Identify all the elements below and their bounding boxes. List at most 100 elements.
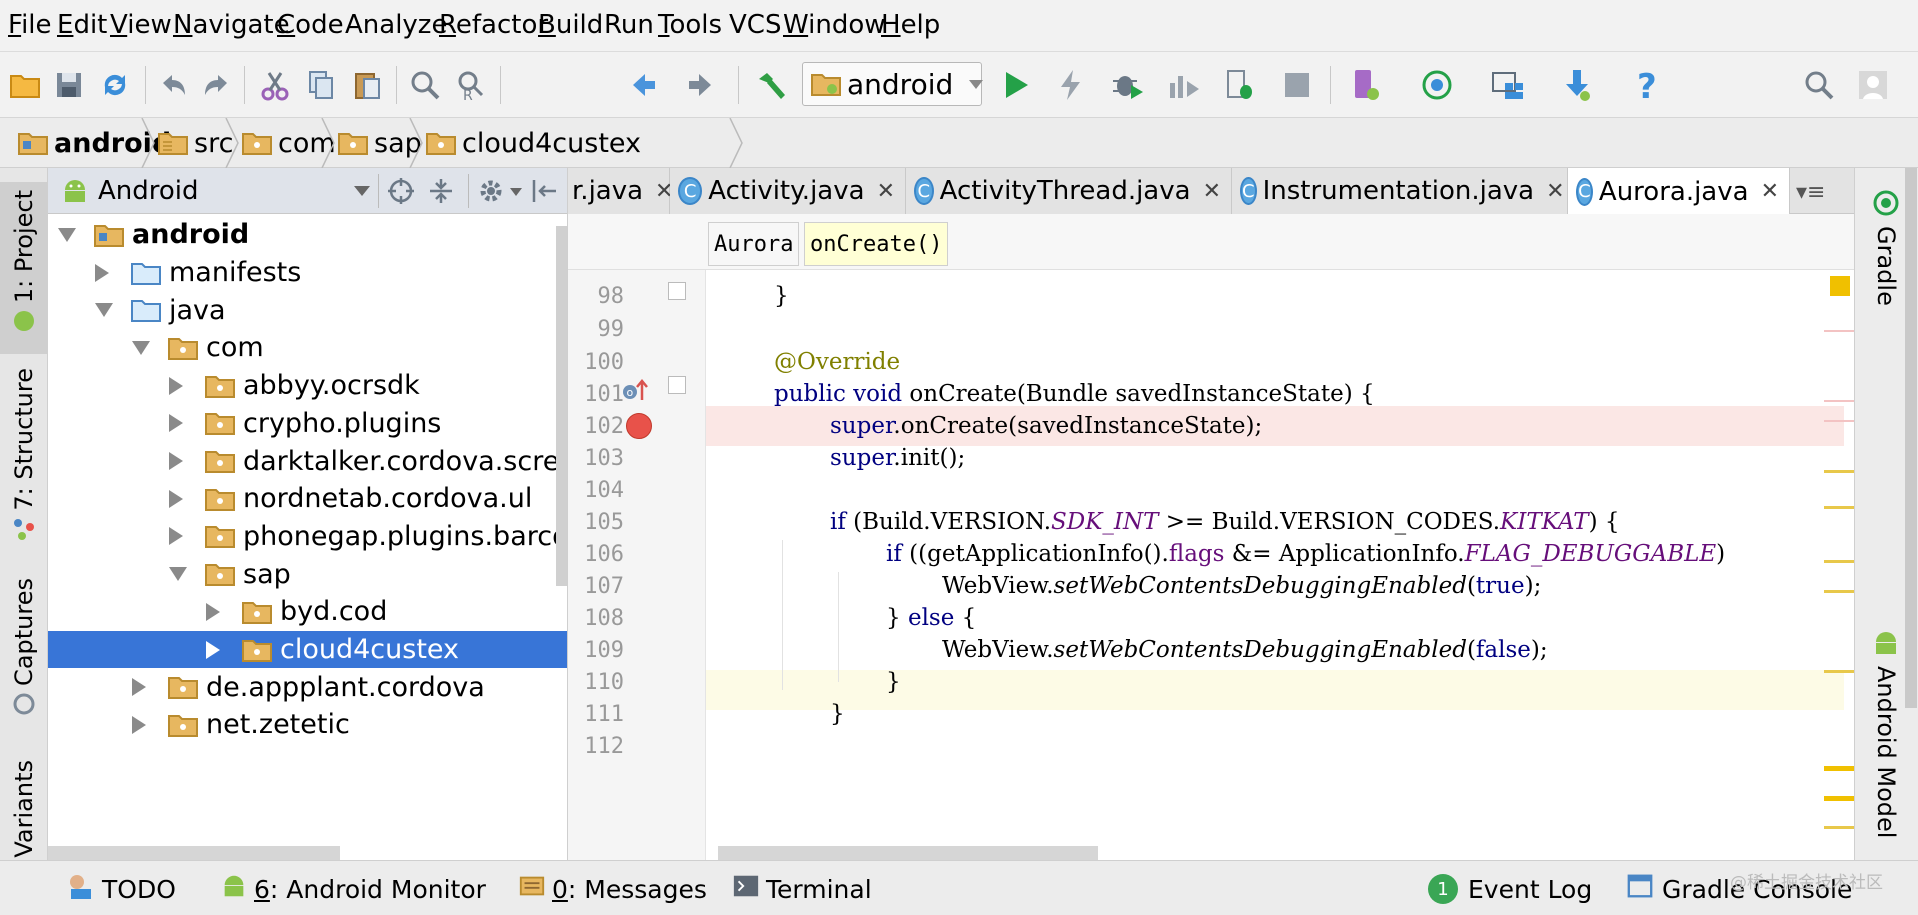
collapse-all-icon[interactable] xyxy=(426,176,456,210)
tree-item[interactable]: net.zetetic xyxy=(48,706,567,744)
menu-item[interactable]: Analyze xyxy=(345,9,447,41)
copy-icon[interactable] xyxy=(300,64,342,106)
redo-icon[interactable] xyxy=(196,64,238,106)
terminal-tool-tab[interactable]: Terminal xyxy=(732,871,872,907)
menu-item[interactable]: Run xyxy=(604,9,654,41)
editor-tab-activitythread[interactable]: C ActivityThread.java ✕ xyxy=(906,168,1232,214)
warning-marker-icon[interactable] xyxy=(1830,276,1850,296)
build-hammer-icon[interactable] xyxy=(750,64,792,106)
structure-tool-tab[interactable]: 7: Structure xyxy=(0,368,48,540)
tree-item-selected[interactable]: cloud4custex xyxy=(48,630,567,669)
tree-item[interactable]: de.appplant.cordova xyxy=(48,668,567,706)
cut-icon[interactable] xyxy=(254,64,296,106)
collapsed-arrow-icon[interactable] xyxy=(95,263,109,282)
tree-item[interactable]: sap xyxy=(48,555,567,593)
captures-tool-tab[interactable]: Captures xyxy=(0,578,48,718)
menu-item[interactable]: Edit xyxy=(57,9,107,41)
open-folder-icon[interactable] xyxy=(4,64,46,106)
scroll-from-source-icon[interactable] xyxy=(386,176,416,210)
horizontal-scrollbar[interactable] xyxy=(48,846,340,860)
build-variants-tool-tab[interactable]: d Variants xyxy=(0,760,48,860)
sync-icon[interactable] xyxy=(94,64,136,106)
fold-marker-icon[interactable] xyxy=(668,282,686,300)
tree-item[interactable]: phonegap.plugins.barcodescanner xyxy=(48,518,567,556)
close-icon[interactable]: ✕ xyxy=(1546,179,1564,204)
menu-item[interactable]: Navigate xyxy=(173,9,290,41)
vertical-scrollbar[interactable] xyxy=(556,226,567,586)
menu-item[interactable]: Build xyxy=(538,9,603,41)
close-icon[interactable]: ✕ xyxy=(1203,179,1221,204)
chevron-down-icon[interactable] xyxy=(510,188,522,196)
todo-tool-tab[interactable]: TODO xyxy=(66,871,176,907)
menu-item[interactable]: Code xyxy=(277,9,344,41)
user-icon[interactable] xyxy=(1852,64,1894,106)
collapsed-arrow-icon[interactable] xyxy=(169,527,183,546)
project-structure-icon[interactable] xyxy=(1486,64,1528,106)
sdk-manager-icon[interactable] xyxy=(1556,64,1598,106)
messages-tool-tab[interactable]: 0 : Messages xyxy=(518,871,707,907)
collapsed-arrow-icon[interactable] xyxy=(169,414,183,433)
gradle-tool-tab[interactable]: Gradle xyxy=(1871,188,1901,306)
menu-item[interactable]: Tools xyxy=(658,9,722,41)
replace-icon[interactable]: R xyxy=(450,64,492,106)
menu-item[interactable]: VCS xyxy=(729,9,781,41)
profile-icon[interactable] xyxy=(1162,64,1204,106)
tree-item[interactable]: crypho.plugins xyxy=(48,405,567,443)
horizontal-scrollbar[interactable] xyxy=(718,846,1098,860)
project-tool-tab[interactable]: 1: Project xyxy=(0,182,48,354)
tree-item[interactable]: nordnetab.cordova.ul xyxy=(48,480,567,518)
editor-tab-instrumentation[interactable]: C Instrumentation.java ✕ xyxy=(1232,168,1568,214)
collapsed-arrow-icon[interactable] xyxy=(169,489,183,508)
help-icon[interactable]: ? xyxy=(1626,64,1668,106)
collapsed-arrow-icon[interactable] xyxy=(206,640,220,659)
apply-changes-icon[interactable] xyxy=(1050,64,1092,106)
menu-item[interactable]: File xyxy=(8,9,52,41)
breadcrumb-cloud4custex[interactable]: cloud4custex xyxy=(426,124,641,162)
run-icon[interactable] xyxy=(994,64,1036,106)
find-icon[interactable] xyxy=(404,64,446,106)
stop-icon[interactable] xyxy=(1276,64,1318,106)
hide-panel-icon[interactable] xyxy=(530,176,560,210)
tree-item[interactable]: manifests xyxy=(48,254,567,292)
tree-item[interactable]: java xyxy=(48,291,567,329)
menu-item[interactable]: Window xyxy=(783,9,886,41)
menu-item[interactable]: View xyxy=(110,9,172,41)
tree-item[interactable]: android xyxy=(48,216,567,254)
close-icon[interactable]: ✕ xyxy=(1761,179,1779,204)
expanded-arrow-icon[interactable] xyxy=(169,567,187,582)
undo-icon[interactable] xyxy=(152,64,194,106)
gear-icon[interactable] xyxy=(476,176,506,210)
menu-item[interactable]: Refactor xyxy=(439,9,548,41)
collapsed-arrow-icon[interactable] xyxy=(132,715,146,734)
run-configuration-select[interactable]: android xyxy=(802,62,984,106)
android-model-tool-tab[interactable]: Android Model xyxy=(1871,628,1901,838)
sync-gradle-icon[interactable] xyxy=(1416,64,1458,106)
crumb-method[interactable]: onCreate() xyxy=(804,222,949,266)
debug-icon[interactable] xyxy=(1106,64,1148,106)
tab-list-icon[interactable]: ▾≡ xyxy=(1796,180,1825,205)
save-icon[interactable] xyxy=(48,64,90,106)
expanded-arrow-icon[interactable] xyxy=(95,303,113,318)
editor-tab-aurora[interactable]: C Aurora.java ✕ xyxy=(1568,168,1790,215)
vertical-scrollbar[interactable] xyxy=(1905,168,1917,708)
fold-marker-icon[interactable] xyxy=(668,376,686,394)
breadcrumb-src[interactable]: src xyxy=(158,124,233,162)
expanded-arrow-icon[interactable] xyxy=(132,340,150,355)
chevron-down-icon[interactable] xyxy=(354,186,370,196)
paste-icon[interactable] xyxy=(346,64,388,106)
tree-item[interactable]: abbyy.ocrsdk xyxy=(48,367,567,405)
android-monitor-tool-tab[interactable]: 6 : Android Monitor xyxy=(220,871,486,907)
attach-debugger-icon[interactable] xyxy=(1218,64,1260,106)
collapsed-arrow-icon[interactable] xyxy=(169,452,183,471)
tree-item[interactable]: com xyxy=(48,329,567,367)
tree-item[interactable]: darktalker.cordova.screenshot xyxy=(48,442,567,480)
tree-item[interactable]: byd.cod xyxy=(48,593,567,631)
collapsed-arrow-icon[interactable] xyxy=(206,602,220,621)
code-area[interactable]: } @Override public void onCreate(Bundle … xyxy=(706,270,1844,860)
menu-item[interactable]: Help xyxy=(881,9,940,41)
avd-manager-icon[interactable] xyxy=(1344,64,1386,106)
close-icon[interactable]: ✕ xyxy=(877,179,895,204)
back-icon[interactable] xyxy=(622,64,664,106)
editor-tab-activity[interactable]: C Activity.java ✕ xyxy=(670,168,906,214)
collapsed-arrow-icon[interactable] xyxy=(132,678,146,697)
